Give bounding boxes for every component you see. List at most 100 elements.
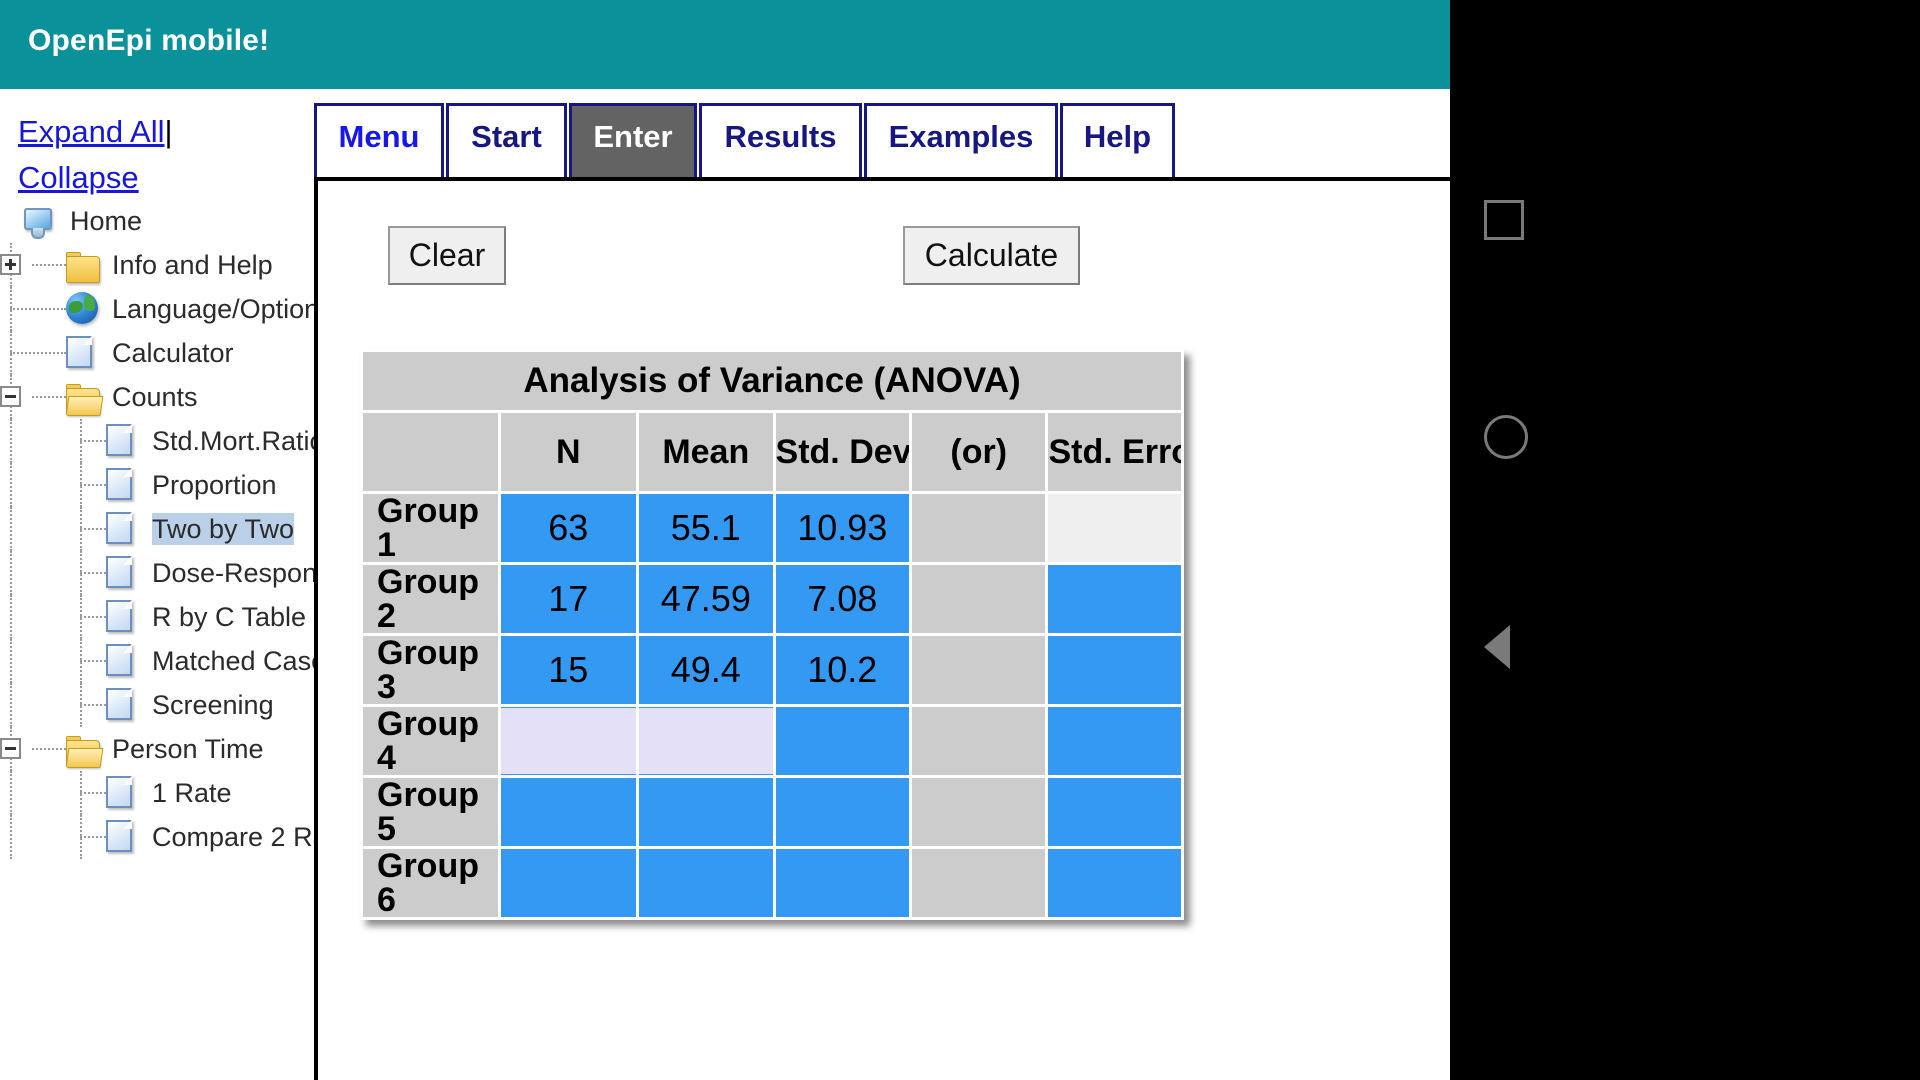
anova-cell-n[interactable] xyxy=(500,494,637,562)
anova-cell-mean[interactable] xyxy=(639,494,773,562)
sidebar-item-language-options[interactable]: Language/Options xyxy=(0,287,314,331)
anova-se-input[interactable] xyxy=(1048,850,1181,916)
anova-sd-input[interactable] xyxy=(775,566,909,632)
anova-mean-input[interactable] xyxy=(639,566,773,632)
doc-icon xyxy=(106,512,132,544)
tree-guide-line xyxy=(80,616,106,620)
sidebar-tree-panel[interactable]: Expand All| Collapse Home Info and Help La… xyxy=(0,89,314,1080)
tree-collapse-icon[interactable] xyxy=(0,386,21,407)
anova-cell-n[interactable] xyxy=(500,636,637,704)
tab-bar[interactable]: Menu Start Enter Results Examples Help xyxy=(314,103,1177,178)
tree-collapse-icon[interactable] xyxy=(0,738,21,759)
anova-se-input[interactable] xyxy=(1048,708,1181,774)
sidebar-item-label: Person Time xyxy=(112,734,264,764)
sidebar-item-counts[interactable]: Counts xyxy=(0,375,314,419)
anova-cell-sd[interactable] xyxy=(775,849,909,917)
tab-menu[interactable]: Menu xyxy=(314,103,444,178)
content-pane: Menu Start Enter Results Examples Help Clear … xyxy=(314,89,1450,1080)
tab-start[interactable]: Start xyxy=(446,103,567,178)
tab-examples[interactable]: Examples xyxy=(864,103,1058,178)
anova-cell-se[interactable] xyxy=(1048,778,1181,846)
anova-cell-se[interactable] xyxy=(1048,707,1181,775)
link-separator: | xyxy=(164,114,173,149)
anova-cell-n[interactable] xyxy=(500,849,637,917)
sidebar-item-info-and-help[interactable]: Info and Help xyxy=(0,243,314,287)
anova-cell-mean[interactable] xyxy=(639,707,773,775)
anova-cell-n[interactable] xyxy=(500,707,637,775)
anova-cell-n[interactable] xyxy=(500,778,637,846)
anova-mean-input[interactable] xyxy=(639,779,773,845)
anova-cell-se[interactable] xyxy=(1048,565,1181,633)
anova-cell-sd[interactable] xyxy=(775,636,909,704)
anova-cell-sd[interactable] xyxy=(775,494,909,562)
recent-apps-icon[interactable] xyxy=(1484,200,1524,240)
tab-enter[interactable]: Enter xyxy=(569,103,697,178)
sidebar-item-compare-2-rates[interactable]: Compare 2 Rates xyxy=(0,815,314,859)
anova-mean-input[interactable] xyxy=(639,708,773,774)
sidebar-item-proportion[interactable]: Proportion xyxy=(0,463,314,507)
anova-table[interactable]: Analysis of Variance (ANOVA) N Mean Std. De… xyxy=(360,349,1184,920)
sidebar-item-home[interactable]: Home xyxy=(0,199,314,243)
anova-se-input[interactable] xyxy=(1048,566,1181,632)
tree-guide-line xyxy=(32,264,66,268)
sidebar-item-r-by-c-table[interactable]: R by C Table xyxy=(0,595,314,639)
anova-row: Group 3 xyxy=(363,636,1181,704)
calculate-button[interactable]: Calculate xyxy=(903,226,1080,285)
tab-help[interactable]: Help xyxy=(1060,103,1175,178)
content-left-rule xyxy=(314,177,318,1080)
sidebar-item-1-rate[interactable]: 1 Rate xyxy=(0,771,314,815)
sidebar-item-matched-case[interactable]: Matched Case xyxy=(0,639,314,683)
anova-cell-n[interactable] xyxy=(500,565,637,633)
anova-n-input[interactable] xyxy=(500,495,637,561)
anova-cell-mean[interactable] xyxy=(639,636,773,704)
anova-sd-input[interactable] xyxy=(775,708,909,774)
anova-cell-mean[interactable] xyxy=(639,849,773,917)
home-circle-icon[interactable] xyxy=(1484,415,1528,459)
sidebar-item-calculator[interactable]: Calculator xyxy=(0,331,314,375)
anova-mean-input[interactable] xyxy=(639,495,773,561)
anova-n-input[interactable] xyxy=(500,850,637,916)
anova-cell-mean[interactable] xyxy=(639,778,773,846)
anova-sd-input[interactable] xyxy=(775,779,909,845)
anova-n-input[interactable] xyxy=(500,637,637,703)
browser-viewport: OpenEpi mobile! Expand All| Collapse Hom… xyxy=(0,0,1450,1080)
clear-button[interactable]: Clear xyxy=(388,226,506,285)
back-triangle-icon[interactable] xyxy=(1484,625,1510,669)
anova-cell-sd[interactable] xyxy=(775,778,909,846)
expand-all-link[interactable]: Expand All xyxy=(18,114,165,149)
anova-se-input[interactable] xyxy=(1048,779,1181,845)
sidebar-item-screening[interactable]: Screening xyxy=(0,683,314,727)
tree-guide-line xyxy=(32,748,66,752)
sidebar-item-label: Compare 2 Rates xyxy=(152,822,314,852)
anova-cell-sd[interactable] xyxy=(775,565,909,633)
anova-se-input[interactable] xyxy=(1048,637,1181,703)
tree-expand-icon[interactable] xyxy=(0,254,21,275)
sidebar-item-std-mort-ratio[interactable]: Std.Mort.Ratio xyxy=(0,419,314,463)
sidebar-item-two-by-two[interactable]: Two by Two xyxy=(0,507,314,551)
tree-guide-line xyxy=(10,639,14,683)
anova-cell-se[interactable] xyxy=(1048,494,1181,562)
anova-cell-or xyxy=(912,494,1046,562)
anova-sd-input[interactable] xyxy=(775,637,909,703)
tab-results[interactable]: Results xyxy=(699,103,862,178)
anova-cell-se[interactable] xyxy=(1048,849,1181,917)
anova-n-input[interactable] xyxy=(500,566,637,632)
anova-n-input[interactable] xyxy=(500,708,637,774)
tree-guide-line xyxy=(10,308,66,312)
doc-icon xyxy=(106,644,132,676)
anova-sd-input[interactable] xyxy=(775,495,909,561)
anova-sd-input[interactable] xyxy=(775,850,909,916)
anova-n-input[interactable] xyxy=(500,779,637,845)
anova-mean-input[interactable] xyxy=(639,637,773,703)
sidebar-item-person-time[interactable]: Person Time xyxy=(0,727,314,771)
anova-cell-mean[interactable] xyxy=(639,565,773,633)
sidebar-tree[interactable]: Home Info and Help Language/Options Calcula… xyxy=(0,199,314,859)
anova-cell-se[interactable] xyxy=(1048,636,1181,704)
anova-mean-input[interactable] xyxy=(639,850,773,916)
sidebar-item-dose-response[interactable]: Dose-Response xyxy=(0,551,314,595)
screen-root: OpenEpi mobile! Expand All| Collapse Hom… xyxy=(0,0,1920,1080)
collapse-link[interactable]: Collapse xyxy=(18,160,139,195)
doc-icon xyxy=(106,468,132,500)
doc-icon xyxy=(106,820,132,852)
anova-cell-sd[interactable] xyxy=(775,707,909,775)
